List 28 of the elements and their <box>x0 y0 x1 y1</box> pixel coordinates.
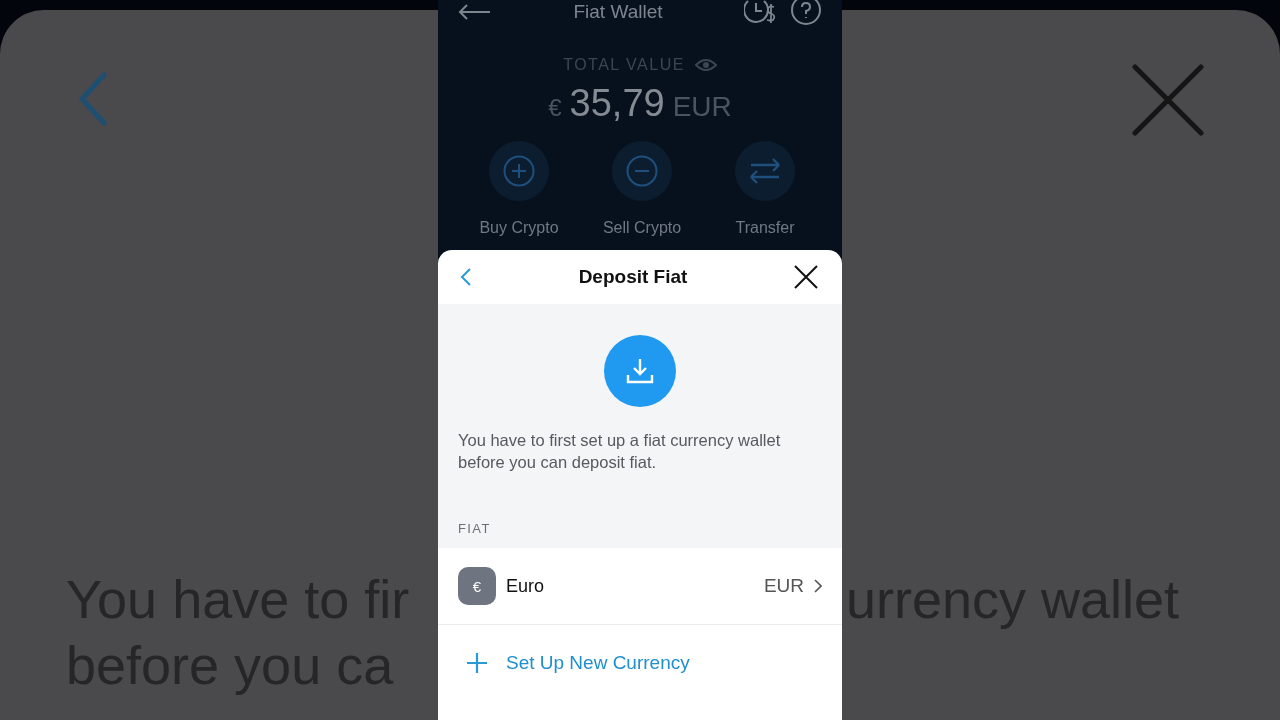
transfer-arrows-icon <box>749 158 781 184</box>
minus-circle-icon <box>626 155 658 187</box>
plus-icon <box>466 652 488 674</box>
screen-title: Fiat Wallet <box>572 1 664 23</box>
close-icon[interactable] <box>794 265 818 289</box>
currency-name: Euro <box>506 575 546 597</box>
plus-circle-icon <box>503 155 535 187</box>
currency-row[interactable]: € Euro EUR <box>438 548 842 625</box>
currency-code: EUR <box>672 91 732 123</box>
back-icon[interactable] <box>460 267 472 287</box>
action-label: Buy Crypto <box>479 219 559 237</box>
total-amount: 35,79 <box>569 82 665 125</box>
back-icon <box>78 72 108 126</box>
currency-icon: € <box>458 567 496 605</box>
action-label: Transfer <box>735 219 795 237</box>
back-arrow-icon[interactable] <box>458 4 492 20</box>
currency-symbol: € <box>548 94 562 122</box>
action-label: Sell Crypto <box>602 219 682 237</box>
section-label: FIAT <box>458 521 492 536</box>
set-up-currency-button[interactable]: Set Up New Currency <box>438 625 842 701</box>
sheet-title: Deposit Fiat <box>577 266 689 288</box>
help-icon[interactable] <box>790 0 822 25</box>
close-icon <box>1132 64 1204 136</box>
chevron-right-icon <box>814 579 822 593</box>
info-message: You have to first set up a fiat currency wallet before you can deposit fiat. <box>458 430 782 473</box>
history-icon[interactable] <box>744 0 778 25</box>
eye-icon[interactable] <box>694 58 717 72</box>
currency-code: EUR <box>763 575 804 597</box>
